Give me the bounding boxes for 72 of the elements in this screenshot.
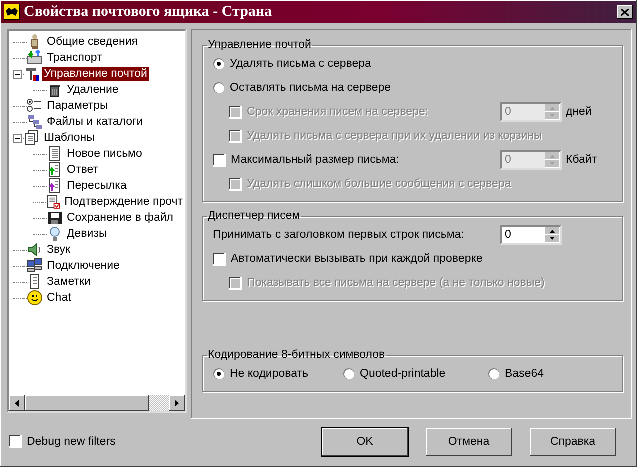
tree-item[interactable]: Общие сведения xyxy=(45,35,140,49)
option-label: Срок хранения писем на сервере: xyxy=(247,106,430,118)
group-title: Управление почтой xyxy=(207,39,312,51)
speaker-icon xyxy=(27,242,43,258)
option-label: Debug new filters xyxy=(27,436,117,448)
dialog-button[interactable]: OK xyxy=(322,428,408,456)
options-icon xyxy=(27,98,43,114)
tree-item[interactable]: Управление почтой xyxy=(42,67,150,81)
unit-label: Кбайт xyxy=(566,154,598,166)
radio-button[interactable] xyxy=(213,58,225,70)
scroll-left-button[interactable] xyxy=(9,395,25,411)
tree-item[interactable]: Транспорт xyxy=(45,51,104,65)
tree-item[interactable]: Файлы и каталоги xyxy=(45,115,146,129)
scrollbar-thumb[interactable] xyxy=(25,395,149,411)
radio-button[interactable] xyxy=(488,368,500,380)
spin-buttons-icon[interactable] xyxy=(545,227,560,243)
option-label: Оставлять письма на сервере xyxy=(230,82,392,94)
checkbox[interactable] xyxy=(213,154,226,166)
tree-item[interactable]: Звук xyxy=(45,243,73,257)
scroll-right-button[interactable] xyxy=(169,395,185,411)
option-label: Показывать все письма на сервере (а не только новые) xyxy=(247,277,546,289)
checkbox[interactable] xyxy=(213,252,226,266)
option-label: Удалять письма с сервера xyxy=(230,58,372,70)
bulb-icon xyxy=(47,226,63,242)
number-field[interactable]: 0 xyxy=(500,225,562,245)
inbox-icon xyxy=(27,50,43,66)
document-check-icon xyxy=(46,194,61,210)
tree-item[interactable]: Заметки xyxy=(45,275,93,289)
tree-item[interactable]: Удаление xyxy=(65,83,121,97)
close-button[interactable] xyxy=(617,5,633,19)
group-title: Кодирование 8-битных символов xyxy=(207,349,386,361)
floppy-icon xyxy=(47,210,63,226)
tree-item[interactable]: Новое письмо xyxy=(65,147,144,161)
tree-item[interactable]: Ответ xyxy=(65,163,100,177)
tree-item[interactable]: Chat xyxy=(45,291,74,305)
collapse-toggle[interactable] xyxy=(13,70,22,78)
left-arrow-icon xyxy=(15,400,19,406)
right-arrow-icon xyxy=(175,400,179,406)
app-icon xyxy=(4,4,20,20)
tree-item[interactable]: Сохранение в файл xyxy=(65,211,176,225)
tree-item[interactable]: Пересылка xyxy=(65,179,129,193)
option-label: Quoted-printable xyxy=(360,368,447,380)
checkbox[interactable] xyxy=(9,435,22,448)
radio-button[interactable] xyxy=(213,82,225,94)
tree-item[interactable]: Подключение xyxy=(45,259,122,273)
tree-item[interactable]: Подтверждение прочт xyxy=(62,195,185,209)
option-label: Удалять слишком большие сообщения с сервера xyxy=(247,178,512,190)
smiley-icon xyxy=(27,290,43,306)
tree-item[interactable]: Девизы xyxy=(65,227,110,241)
computer-icon xyxy=(27,258,43,274)
folders-icon xyxy=(27,114,43,130)
window-title: Свойства почтового ящика - Страна xyxy=(24,4,274,20)
option-label: Принимать с заголовком первых строк письма: xyxy=(213,229,466,241)
dialog-button[interactable]: Справка xyxy=(530,428,616,456)
unit-label: дней xyxy=(566,106,593,118)
close-icon xyxy=(621,8,629,16)
document-icon xyxy=(47,146,63,162)
collapse-toggle[interactable] xyxy=(13,134,22,142)
trash-icon xyxy=(47,82,63,98)
group-title: Диспетчер писем xyxy=(207,210,302,222)
dialog-button[interactable]: Отмена xyxy=(426,428,512,456)
option-label: Не кодировать xyxy=(230,368,310,380)
option-label: Удалять письма с сервера при их удалении из корзины xyxy=(247,130,544,142)
radio-button[interactable] xyxy=(343,368,355,380)
option-label: Максимальный размер письма: xyxy=(231,154,400,166)
option-label: Автоматически вызывать при каждой проверке xyxy=(231,253,484,265)
tools-icon xyxy=(24,66,40,82)
documents-icon xyxy=(24,130,40,146)
radio-button[interactable] xyxy=(213,368,225,380)
tree-item[interactable]: Параметры xyxy=(45,99,110,113)
option-label: Base64 xyxy=(505,368,546,380)
tree-item[interactable]: Шаблоны xyxy=(42,131,97,145)
